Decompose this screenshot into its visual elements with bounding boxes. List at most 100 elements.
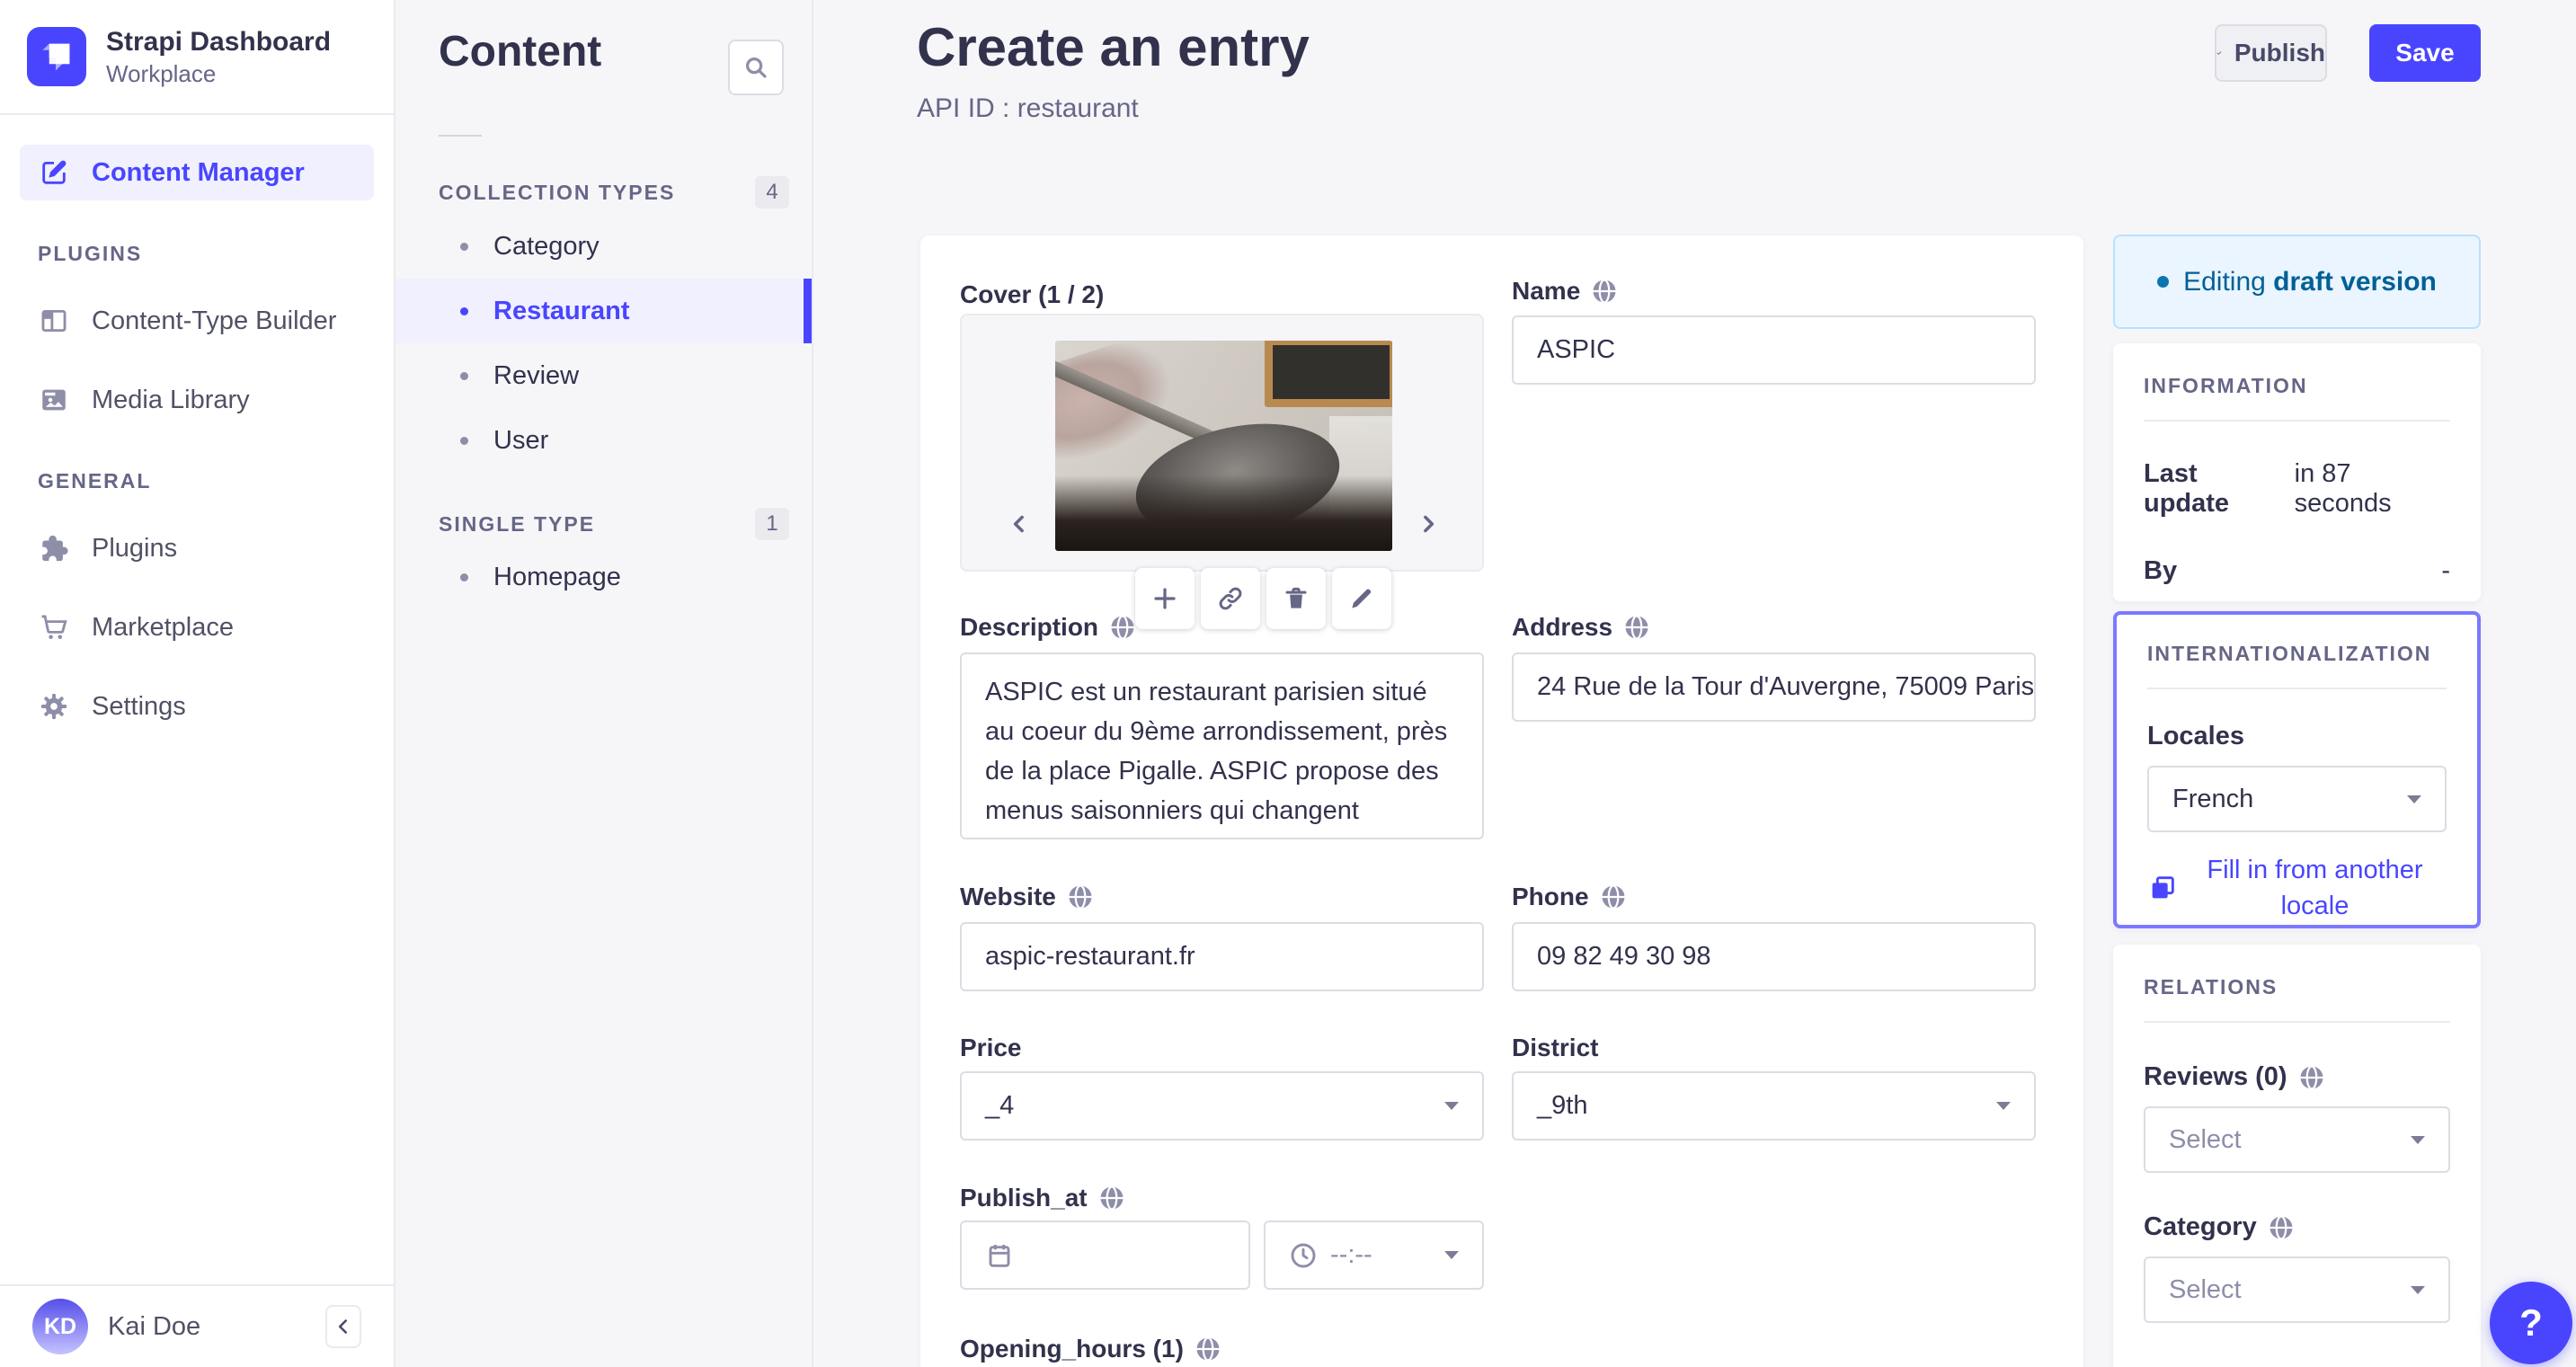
draft-status-dot: [2157, 276, 2170, 288]
sidebar-item-label: Content-Type Builder: [92, 306, 337, 335]
strapi-app: Strapi Dashboard Workplace Content Manag…: [0, 0, 2576, 1367]
cover-carousel: [960, 314, 1484, 629]
copy-link-button[interactable]: [1201, 568, 1260, 629]
sidebar-item-label: Marketplace: [92, 612, 234, 642]
bullet-icon: [460, 306, 468, 315]
cover-image-blackboard: [1265, 341, 1392, 407]
reviews-select[interactable]: Select: [2144, 1106, 2450, 1173]
plus-icon: [1154, 588, 1176, 609]
chevron-right-icon: [1424, 515, 1435, 533]
globe-icon: [2300, 1064, 2323, 1090]
layout-icon: [38, 306, 70, 336]
collection-types-list: Category Restaurant Review User: [395, 214, 812, 473]
user-name: Kai Doe: [108, 1311, 201, 1341]
phone-input[interactable]: 09 82 49 30 98: [1512, 922, 2036, 991]
bullet-icon: [460, 242, 468, 251]
cover-label: Cover (1 / 2): [960, 280, 1105, 308]
locale-select[interactable]: French: [2147, 766, 2447, 832]
sidebar-item-marketplace[interactable]: Marketplace: [20, 599, 374, 655]
collection-type-restaurant[interactable]: Restaurant: [395, 279, 812, 343]
edit-asset-button[interactable]: [1332, 568, 1391, 629]
api-id-subtitle: API ID : restaurant: [917, 93, 1139, 123]
information-panel: INFORMATION Last update in 87 seconds By…: [2113, 343, 2481, 601]
bullet-icon: [460, 436, 468, 445]
chevron-left-icon: [1013, 515, 1024, 533]
brand-title: Strapi Dashboard: [106, 27, 332, 57]
chevron-down-icon: [2407, 794, 2421, 803]
gear-icon: [38, 691, 70, 722]
chevron-down-icon: [2411, 1285, 2425, 1294]
category-select[interactable]: Select: [2144, 1256, 2450, 1323]
divider: [439, 135, 482, 137]
description-textarea[interactable]: ASPIC est un restaurant parisien situé a…: [960, 652, 1484, 839]
chevron-left-icon: [338, 1319, 348, 1334]
collection-type-user[interactable]: User: [395, 408, 812, 473]
help-button[interactable]: ?: [2490, 1282, 2572, 1364]
sidebar-nav: Content Manager PLUGINS Content-Type Bui…: [0, 115, 394, 1284]
chevron-down-icon: [1444, 1102, 1459, 1110]
carousel-next-button[interactable]: [1410, 506, 1446, 542]
sidebar-section-plugins: PLUGINS: [38, 242, 143, 265]
single-type-count-badge: 1: [755, 508, 789, 540]
chevron-down-icon: [1996, 1102, 2011, 1110]
brand[interactable]: Strapi Dashboard Workplace: [0, 0, 394, 115]
carousel-prev-button[interactable]: [1001, 506, 1037, 542]
divider: [2144, 1021, 2450, 1023]
last-update-row: Last update in 87 seconds: [2144, 459, 2392, 518]
internationalization-title: INTERNATIONALIZATION: [2147, 642, 2432, 665]
by-row: By -: [2144, 556, 2450, 585]
search-button[interactable]: [728, 40, 784, 95]
publish-button[interactable]: Publish: [2215, 24, 2327, 82]
fill-from-locale-link[interactable]: Fill in from another locale: [2183, 852, 2447, 924]
district-select[interactable]: _9th: [1512, 1071, 2036, 1141]
sidebar-item-label: Content Manager: [92, 157, 305, 187]
delete-asset-button[interactable]: [1266, 568, 1326, 629]
pencil-icon: [1352, 589, 1372, 608]
name-input[interactable]: ASPIC: [1512, 315, 2036, 385]
address-input[interactable]: 24 Rue de la Tour d'Auvergne, 75009 Pari…: [1512, 652, 2036, 722]
carousel-actions: [1135, 568, 1391, 629]
add-asset-button[interactable]: [1135, 568, 1195, 629]
information-title: INFORMATION: [2144, 374, 2308, 397]
price-label: Price: [960, 1034, 1022, 1061]
sidebar-item-plugins[interactable]: Plugins: [20, 520, 374, 576]
publish-at-label: Publish_at: [960, 1182, 1125, 1214]
cart-icon: [38, 612, 70, 643]
address-label: Address: [1512, 611, 1650, 644]
fill-from-locale-row: Fill in from another locale: [2147, 852, 2447, 924]
check-icon: [2216, 51, 2222, 55]
internationalization-panel: INTERNATIONALIZATION Locales French Fill…: [2113, 611, 2481, 928]
collection-type-review[interactable]: Review: [395, 343, 812, 408]
main-content: Create an entry API ID : restaurant Publ…: [813, 0, 2576, 1367]
calendar-icon: [989, 1244, 1010, 1267]
category-label: Category: [2144, 1212, 2450, 1242]
collection-types-count-badge: 4: [755, 176, 789, 209]
brand-subtitle: Workplace: [106, 60, 217, 87]
collection-type-category[interactable]: Category: [395, 214, 812, 279]
sidebar-item-content-type-builder[interactable]: Content-Type Builder: [20, 293, 374, 349]
sidebar-item-settings[interactable]: Settings: [20, 679, 374, 734]
sidebar-item-media-library[interactable]: Media Library: [20, 372, 374, 428]
globe-icon: [1069, 884, 1092, 910]
relations-panel: RELATIONS Reviews (0) Select Category Se…: [2113, 945, 2481, 1367]
name-label: Name: [1512, 275, 1618, 307]
website-input[interactable]: aspic-restaurant.fr: [960, 922, 1484, 991]
media-library-icon: [38, 385, 70, 415]
draft-status-text: Editing draft version: [2183, 266, 2437, 297]
locales-label: Locales: [2147, 722, 2244, 750]
globe-icon: [1100, 1185, 1124, 1211]
sidebar-item-content-manager[interactable]: Content Manager: [20, 145, 374, 200]
collapse-sidebar-button[interactable]: [325, 1305, 361, 1348]
avatar[interactable]: KD: [32, 1299, 88, 1354]
page-title: Create an entry: [917, 17, 1310, 77]
cover-image: [1055, 341, 1392, 551]
price-select[interactable]: _4: [960, 1071, 1484, 1141]
description-label: Description: [960, 611, 1136, 644]
single-type-homepage[interactable]: Homepage: [395, 545, 812, 609]
chevron-down-icon: [2411, 1135, 2425, 1144]
puzzle-icon: [38, 533, 70, 564]
sidebar-item-label: Plugins: [92, 533, 178, 563]
publish-at-time-input[interactable]: --:--: [1264, 1221, 1484, 1290]
publish-at-date-input[interactable]: [960, 1221, 1250, 1290]
save-button[interactable]: Save: [2369, 24, 2481, 82]
